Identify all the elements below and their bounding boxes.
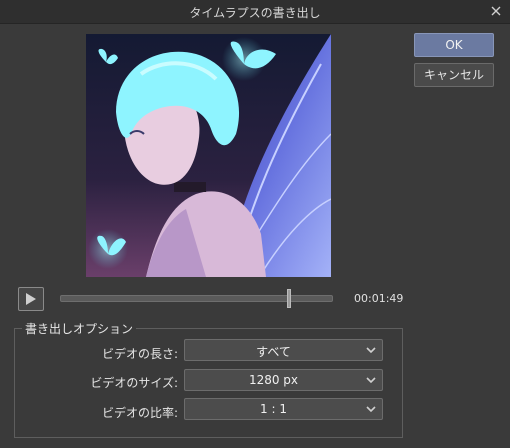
video-length-label: ビデオの長さ: <box>101 347 178 361</box>
title-bar: タイムラプスの書き出し <box>0 0 510 24</box>
cancel-button[interactable]: キャンセル <box>414 63 494 87</box>
export-options-title: 書き出しオプション <box>22 320 137 337</box>
timeline-slider[interactable] <box>60 289 333 308</box>
video-ratio-label: ビデオの比率: <box>101 406 178 420</box>
video-size-label: ビデオのサイズ: <box>90 376 178 390</box>
video-size-select[interactable]: 1280 px <box>184 369 383 391</box>
video-ratio-select[interactable]: 1 : 1 <box>184 398 383 420</box>
slider-handle[interactable] <box>287 289 291 308</box>
video-size-value: 1280 px <box>248 373 299 387</box>
timelapse-preview <box>86 34 331 277</box>
play-icon <box>26 293 36 305</box>
close-icon[interactable] <box>488 3 504 19</box>
time-display: 00:01:49 <box>354 292 404 305</box>
video-ratio-value: 1 : 1 <box>260 402 287 416</box>
video-length-value: すべて <box>256 345 291 359</box>
play-button[interactable] <box>18 287 44 311</box>
chevron-down-icon <box>365 403 377 415</box>
dialog-title: タイムラプスの書き出し <box>189 6 321 20</box>
chevron-down-icon <box>365 374 377 386</box>
video-length-select[interactable]: すべて <box>184 339 383 361</box>
ok-button[interactable]: OK <box>414 33 494 57</box>
chevron-down-icon <box>365 344 377 356</box>
